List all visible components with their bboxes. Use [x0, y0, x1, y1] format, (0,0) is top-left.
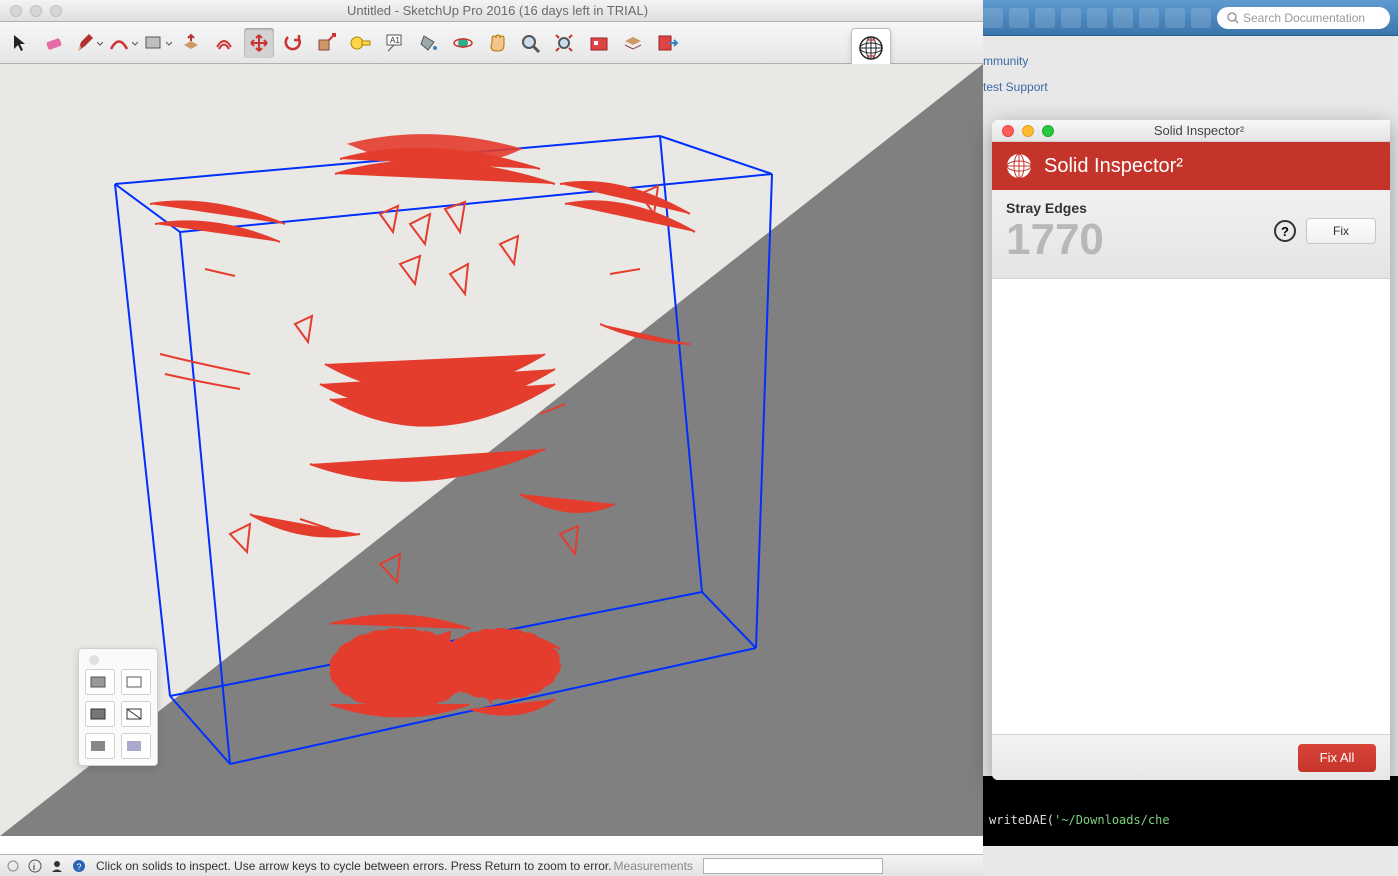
main-traffic-lights — [0, 5, 62, 17]
styles-palette[interactable] — [78, 648, 158, 766]
pan-tool[interactable] — [482, 28, 512, 58]
issue-help-button[interactable]: ? — [1274, 220, 1296, 242]
traffic-close[interactable] — [10, 5, 22, 17]
style-thumb[interactable] — [85, 733, 115, 759]
bg-icon[interactable] — [1165, 8, 1185, 28]
bg-icon[interactable] — [1035, 8, 1055, 28]
background-links: mmunity test Support — [983, 36, 1398, 100]
style-thumb[interactable] — [121, 733, 151, 759]
svg-text:?: ? — [77, 862, 82, 872]
orbit-tool[interactable] — [448, 28, 478, 58]
help-icon[interactable]: ? — [70, 857, 88, 875]
style-thumb[interactable] — [85, 669, 115, 695]
sketchup-main-window: Untitled - SketchUp Pro 2016 (16 days le… — [0, 0, 983, 876]
zoom-tool[interactable] — [516, 28, 546, 58]
style-thumb[interactable] — [85, 701, 115, 727]
svg-text:A1: A1 — [390, 36, 400, 45]
style-thumb[interactable] — [121, 669, 151, 695]
search-icon — [1227, 12, 1239, 24]
search-documentation-input[interactable]: Search Documentation — [1217, 7, 1390, 29]
move-tool[interactable] — [244, 28, 274, 58]
style-thumb[interactable] — [121, 701, 151, 727]
inspector-minimize[interactable] — [1022, 125, 1034, 137]
info-icon[interactable]: i — [26, 857, 44, 875]
background-console: writeDAE('~/Downloads/che writeDAE('~/Do… — [983, 776, 1398, 846]
tape-measure-tool[interactable] — [346, 28, 376, 58]
inspector-body: Stray Edges 1770 ? Fix — [992, 190, 1390, 734]
viewport-3d[interactable] — [0, 64, 983, 836]
arc-tool[interactable] — [108, 28, 138, 58]
fix-all-button[interactable]: Fix All — [1298, 744, 1376, 772]
issue-label: Stray Edges — [1006, 200, 1274, 216]
stray-edges-highlight — [150, 135, 695, 716]
warehouse-tool[interactable] — [584, 28, 614, 58]
issue-count: 1770 — [1006, 218, 1274, 262]
solid-inspector-tool-button[interactable] — [851, 28, 891, 68]
inspector-header-title: Solid Inspector² — [1044, 155, 1183, 178]
bg-icon[interactable] — [983, 8, 1003, 28]
svg-text:i: i — [33, 862, 35, 872]
measurements-label: Measurements — [614, 859, 693, 873]
console-cmd: writeDAE( — [989, 813, 1054, 827]
geo-icon[interactable] — [4, 857, 22, 875]
status-bar: i ? Click on solids to inspect. Use arro… — [0, 854, 983, 876]
inspector-window-title: Solid Inspector² — [1054, 123, 1390, 138]
traffic-max[interactable] — [50, 5, 62, 17]
pencil-tool[interactable] — [74, 28, 104, 58]
rotate-tool[interactable] — [278, 28, 308, 58]
help-glyph: ? — [1281, 224, 1289, 239]
measurements-field[interactable] — [703, 858, 883, 874]
issue-fix-button[interactable]: Fix — [1306, 218, 1376, 244]
globe-icon — [1004, 151, 1034, 181]
inspector-titlebar: Solid Inspector² — [992, 120, 1390, 142]
solid-inspector-panel: Solid Inspector² Solid Inspector² Stray … — [992, 120, 1390, 780]
search-placeholder: Search Documentation — [1243, 11, 1365, 25]
inspector-header: Solid Inspector² — [992, 142, 1390, 190]
console-path: '~/Downloads/che — [1054, 813, 1170, 827]
inspector-issue-row[interactable]: Stray Edges 1770 ? Fix — [992, 190, 1390, 279]
globe-icon — [857, 34, 885, 62]
inspector-close[interactable] — [1002, 125, 1014, 137]
traffic-min[interactable] — [30, 5, 42, 17]
zoom-extents-tool[interactable] — [550, 28, 580, 58]
bg-link[interactable]: test Support — [983, 74, 1398, 100]
palette-handle[interactable] — [89, 655, 99, 665]
paint-bucket-tool[interactable] — [414, 28, 444, 58]
select-tool[interactable] — [6, 28, 36, 58]
main-window-title: Untitled - SketchUp Pro 2016 (16 days le… — [62, 3, 983, 18]
bg-icon[interactable] — [1139, 8, 1159, 28]
bg-icon[interactable] — [1061, 8, 1081, 28]
scale-tool[interactable] — [312, 28, 342, 58]
layers-tool[interactable] — [618, 28, 648, 58]
push-pull-tool[interactable] — [176, 28, 206, 58]
inspector-footer: Fix All — [992, 734, 1390, 780]
inspector-zoom[interactable] — [1042, 125, 1054, 137]
export-tool[interactable] — [652, 28, 682, 58]
rectangle-tool[interactable] — [142, 28, 172, 58]
bg-icon[interactable] — [1009, 8, 1029, 28]
text-tool[interactable]: A1 — [380, 28, 410, 58]
background-toolbar-icons — [983, 8, 1211, 28]
eraser-tool[interactable] — [40, 28, 70, 58]
offset-tool[interactable] — [210, 28, 240, 58]
status-hint: Click on solids to inspect. Use arrow ke… — [96, 859, 612, 873]
background-topbar: Search Documentation — [983, 0, 1398, 36]
bg-icon[interactable] — [1191, 8, 1211, 28]
bg-icon[interactable] — [1087, 8, 1107, 28]
main-toolbar: A1 — [0, 22, 983, 64]
bg-icon[interactable] — [1113, 8, 1133, 28]
main-titlebar: Untitled - SketchUp Pro 2016 (16 days le… — [0, 0, 983, 22]
bg-link[interactable]: mmunity — [983, 48, 1398, 74]
person-icon[interactable] — [48, 857, 66, 875]
